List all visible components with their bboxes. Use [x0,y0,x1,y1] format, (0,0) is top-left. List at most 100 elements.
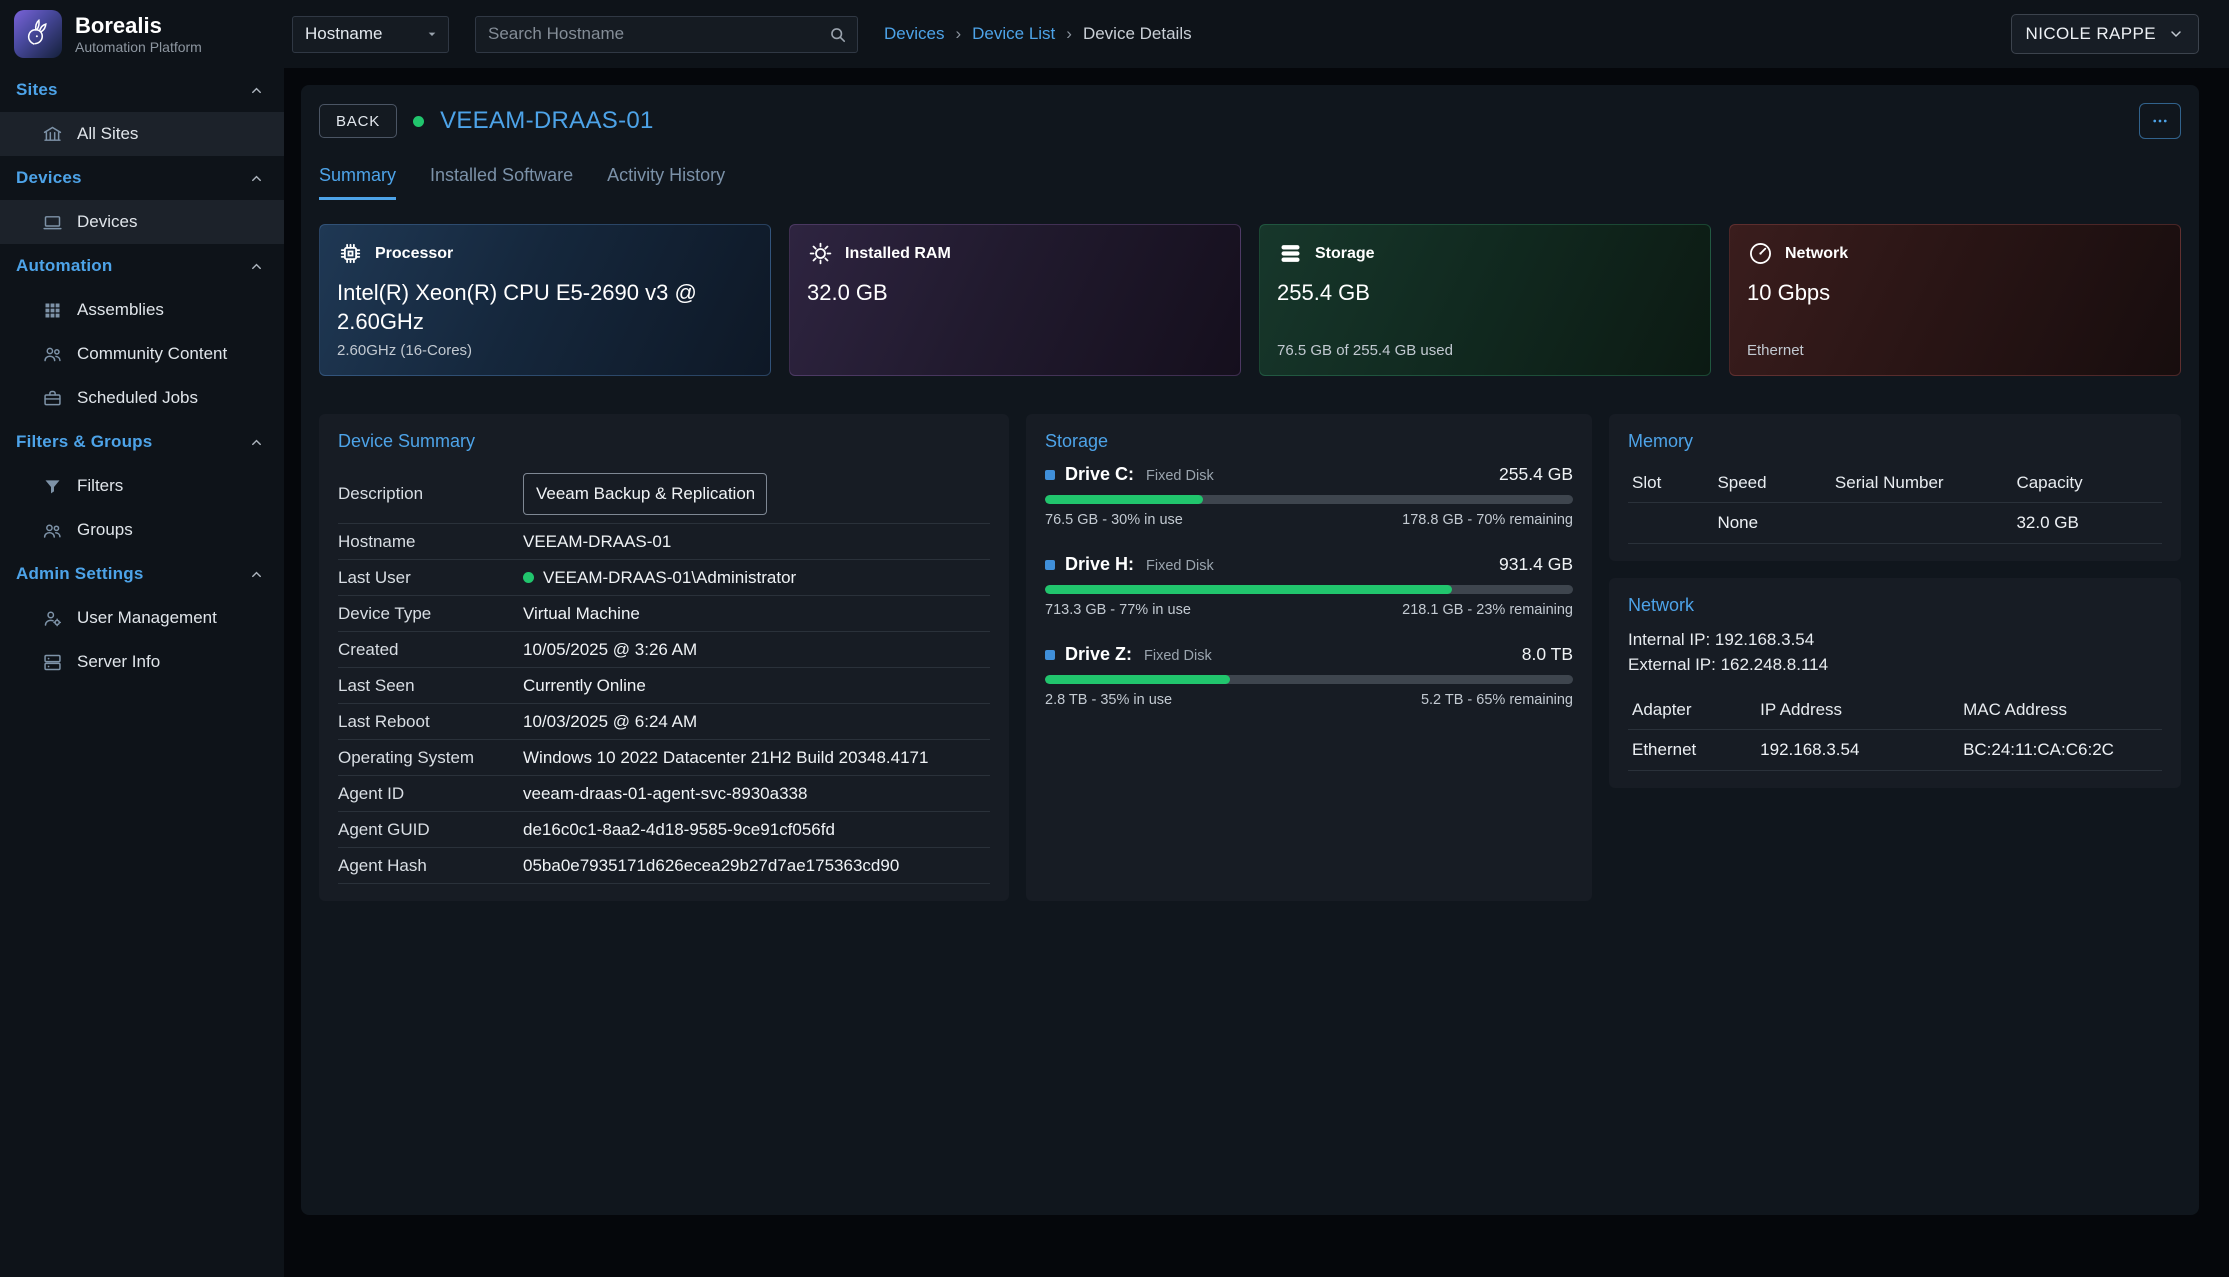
sidebar-item-groups[interactable]: Groups [0,508,284,552]
sidebar-nav: Sites All Sites Devices Devices [0,68,284,1277]
summary-row-description: Description [338,464,990,524]
installed-ram-card-subtext [807,342,1223,360]
back-button[interactable]: BACK [319,104,397,138]
content-area: BACK VEEAM-DRAAS-01 Summary Installed So… [284,68,2229,1277]
summary-row-last-seen: Last Seen Currently Online [338,668,990,704]
summary-row-device-type: Device Type Virtual Machine [338,596,990,632]
memory-panel-title: Memory [1628,431,2162,452]
chevron-up-icon [249,171,264,186]
tab-activity-history[interactable]: Activity History [607,165,725,200]
main-column: Hostname Devices › Device List › Device … [284,0,2229,1277]
user-management-icon [42,608,63,629]
sidebar-section-admin-settings[interactable]: Admin Settings [0,552,284,596]
search-icon[interactable] [828,25,847,44]
sidebar-item-community-content[interactable]: Community Content [0,332,284,376]
tab-installed-software[interactable]: Installed Software [430,165,573,200]
sidebar-item-devices[interactable]: Devices [0,200,284,244]
storage-card: Storage 255.4 GB 76.5 GB of 255.4 GB use… [1259,224,1711,376]
sidebar: Borealis Automation Platform Sites All S… [0,0,284,1277]
memory-table: Slot Speed Serial Number Capacity [1628,464,2162,544]
chevron-down-icon [2168,26,2184,42]
sidebar-item-all-sites[interactable]: All Sites [0,112,284,156]
scheduled-jobs-icon [42,388,63,409]
processor-icon [337,240,364,267]
summary-row-created: Created 10/05/2025 @ 3:26 AM [338,632,990,668]
ram-icon [807,240,834,267]
sidebar-item-label: Devices [77,212,137,232]
network-panel: Network Internal IP: 192.168.3.54 Extern… [1609,578,2181,788]
breadcrumb-separator: › [1066,24,1072,44]
processor-card-value: Intel(R) Xeon(R) CPU E5-2690 v3 @ 2.60GH… [337,279,753,336]
drive-h-block: Drive H: Fixed Disk 931.4 GB 713.3 GB - … [1045,554,1573,618]
sidebar-section-sites[interactable]: Sites [0,68,284,112]
drive-z-block: Drive Z: Fixed Disk 8.0 TB 2.8 TB - 35% … [1045,644,1573,708]
drive-bullet-icon [1045,470,1055,480]
user-menu-label: NICOLE RAPPE [2026,24,2156,44]
search-field-dropdown[interactable]: Hostname [292,16,449,53]
assemblies-icon [42,300,63,321]
installed-ram-card-value: 32.0 GB [807,279,1223,308]
community-content-icon [42,344,63,365]
storage-panel: Storage Drive C: Fixed Disk 255.4 GB [1026,414,1592,901]
description-input[interactable] [523,473,767,515]
sites-icon [42,124,63,145]
summary-row-operating-system: Operating System Windows 10 2022 Datacen… [338,740,990,776]
detail-panels: Device Summary Description Hostname VEEA… [319,414,2181,901]
memory-panel: Memory Slot Speed Serial Number Capacity [1609,414,2181,561]
brand: Borealis Automation Platform [0,0,284,68]
more-options-button[interactable] [2139,103,2181,139]
device-title: VEEAM-DRAAS-01 [440,107,654,135]
device-summary-panel: Device Summary Description Hostname VEEA… [319,414,1009,901]
sidebar-item-scheduled-jobs[interactable]: Scheduled Jobs [0,376,284,420]
breadcrumb-device-list[interactable]: Device List [972,24,1055,44]
search-box [475,16,858,53]
search-input[interactable] [488,24,828,44]
breadcrumb-devices[interactable]: Devices [884,24,944,44]
network-card-title: Network [1785,245,1848,263]
sidebar-item-label: Scheduled Jobs [77,388,198,408]
drive-h-remaining: 218.1 GB - 23% remaining [1402,602,1573,618]
sidebar-item-label: All Sites [77,124,138,144]
tab-summary[interactable]: Summary [319,165,396,200]
internal-ip: Internal IP: 192.168.3.54 [1628,628,2162,653]
search-field-dropdown-value: Hostname [305,24,382,44]
sidebar-item-server-info[interactable]: Server Info [0,640,284,684]
network-speed-icon [1747,240,1774,267]
drive-z-usage-bar [1045,675,1573,684]
storage-card-subtext: 76.5 GB of 255.4 GB used [1277,342,1693,360]
storage-card-title: Storage [1315,245,1375,263]
sidebar-item-user-management[interactable]: User Management [0,596,284,640]
server-info-icon [42,652,63,673]
sidebar-item-assemblies[interactable]: Assemblies [0,288,284,332]
sidebar-item-label: Assemblies [77,300,164,320]
sidebar-section-devices[interactable]: Devices [0,156,284,200]
drive-c-block: Drive C: Fixed Disk 255.4 GB 76.5 GB - 3… [1045,464,1573,528]
network-card-subtext: Ethernet [1747,342,2163,360]
network-card-value: 10 Gbps [1747,279,2163,308]
brand-subtitle: Automation Platform [75,39,202,55]
chevron-up-icon [249,83,264,98]
drive-c-remaining: 178.8 GB - 70% remaining [1402,512,1573,528]
user-online-dot [523,572,534,583]
right-panel-column: Memory Slot Speed Serial Number Capacity [1609,414,2181,901]
online-status-dot [413,116,424,127]
summary-row-last-user: Last User VEEAM-DRAAS-01\Administrator [338,560,990,596]
sidebar-item-label: Server Info [77,652,160,672]
sidebar-item-label: Community Content [77,344,227,364]
network-panel-title: Network [1628,595,2162,616]
device-details-container: BACK VEEAM-DRAAS-01 Summary Installed So… [301,85,2199,1215]
drive-c-used: 76.5 GB - 30% in use [1045,512,1183,528]
sidebar-section-automation[interactable]: Automation [0,244,284,288]
filters-icon [42,476,63,497]
brand-name: Borealis [75,13,202,38]
storage-card-value: 255.4 GB [1277,279,1693,308]
sidebar-item-filters[interactable]: Filters [0,464,284,508]
sidebar-section-filters-groups[interactable]: Filters & Groups [0,420,284,464]
storage-icon [1277,240,1304,267]
user-menu-button[interactable]: NICOLE RAPPE [2011,14,2199,54]
memory-table-row: None 32.0 GB [1628,503,2162,544]
network-card: Network 10 Gbps Ethernet [1729,224,2181,376]
summary-row-agent-guid: Agent GUID de16c0c1-8aa2-4d18-9585-9ce91… [338,812,990,848]
groups-icon [42,520,63,541]
borealis-logo [14,10,62,58]
